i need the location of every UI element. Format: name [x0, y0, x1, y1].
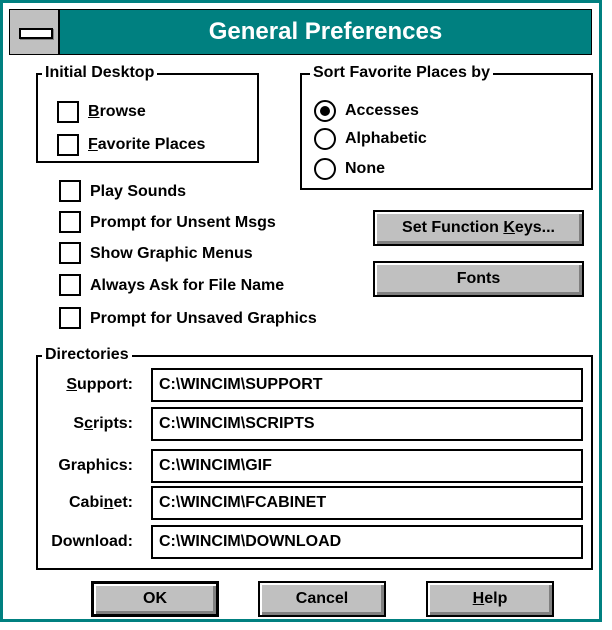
- download-label: Download:: [51, 533, 133, 550]
- favorite-places-label[interactable]: Favorite Places: [88, 135, 205, 155]
- always-ask-filename-label[interactable]: Always Ask for File Name: [90, 276, 284, 296]
- radio-alphabetic[interactable]: [314, 128, 336, 150]
- ok-button[interactable]: OK: [91, 581, 219, 617]
- favorite-places-checkbox[interactable]: [57, 134, 79, 156]
- scripts-label: Scripts:: [73, 415, 133, 432]
- sort-favorites-legend: Sort Favorite Places by: [310, 62, 493, 84]
- title-bar: General Preferences: [9, 9, 592, 55]
- system-menu-button[interactable]: [10, 10, 60, 54]
- cancel-button[interactable]: Cancel: [258, 581, 386, 617]
- play-sounds-checkbox[interactable]: [59, 180, 81, 202]
- radio-none-label[interactable]: None: [345, 159, 385, 179]
- always-ask-filename-checkbox[interactable]: [59, 274, 81, 296]
- support-directory-input[interactable]: C:\WINCIM\SUPPORT: [151, 368, 583, 402]
- cabinet-directory-input[interactable]: C:\WINCIM\FCABINET: [151, 486, 583, 520]
- sort-favorites-group: Sort Favorite Places by: [300, 62, 593, 190]
- radio-alphabetic-label[interactable]: Alphabetic: [345, 129, 427, 149]
- prompt-unsaved-graphics-checkbox[interactable]: [59, 307, 81, 329]
- prompt-unsaved-graphics-label[interactable]: Prompt for Unsaved Graphics: [90, 309, 317, 329]
- graphics-label: Graphics:: [58, 457, 133, 474]
- system-menu-icon: [19, 28, 53, 39]
- prompt-unsent-label[interactable]: Prompt for Unsent Msgs: [90, 213, 276, 233]
- radio-selected-dot: [320, 106, 330, 116]
- browse-checkbox[interactable]: [57, 101, 79, 123]
- directories-legend: Directories: [42, 344, 132, 366]
- set-function-keys-button[interactable]: Set Function Keys...: [373, 210, 584, 246]
- cabinet-label: Cabinet:: [68, 494, 133, 511]
- play-sounds-label[interactable]: Play Sounds: [90, 182, 186, 202]
- show-graphic-menus-label[interactable]: Show Graphic Menus: [90, 244, 253, 264]
- window-title: General Preferences: [208, 18, 443, 45]
- help-button[interactable]: Help: [426, 581, 554, 617]
- graphics-directory-input[interactable]: C:\WINCIM\GIF: [151, 449, 583, 483]
- download-directory-input[interactable]: C:\WINCIM\DOWNLOAD: [151, 525, 583, 559]
- radio-accesses[interactable]: [314, 100, 336, 122]
- dialog-window: General Preferences Initial Desktop Brow…: [0, 0, 602, 622]
- prompt-unsent-checkbox[interactable]: [59, 211, 81, 233]
- support-label: Support:: [66, 376, 133, 393]
- fonts-button[interactable]: Fonts: [373, 261, 584, 297]
- show-graphic-menus-checkbox[interactable]: [59, 242, 81, 264]
- radio-accesses-label[interactable]: Accesses: [345, 101, 419, 121]
- radio-none[interactable]: [314, 158, 336, 180]
- initial-desktop-legend: Initial Desktop: [42, 62, 158, 84]
- scripts-directory-input[interactable]: C:\WINCIM\SCRIPTS: [151, 407, 583, 441]
- browse-label[interactable]: Browse: [88, 102, 146, 122]
